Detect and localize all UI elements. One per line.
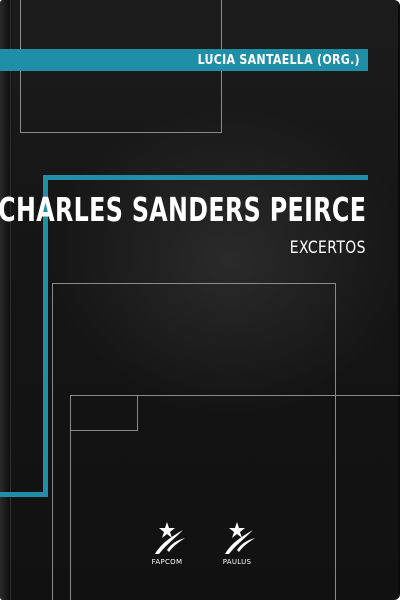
book-subtitle: EXCERTOS xyxy=(289,238,366,258)
book-title: CHARLES SANDERS PEIRCE xyxy=(0,190,366,229)
decor-frame-small xyxy=(70,395,138,431)
fapcom-logo: FAPCOM xyxy=(142,520,192,566)
spine-line xyxy=(10,0,11,600)
author-name: LUCIA SANTAELLA (ORG.) xyxy=(197,52,360,68)
accent-bar-top xyxy=(43,175,368,180)
paulus-label: PAULUS xyxy=(222,558,252,566)
paulus-star-logo-icon xyxy=(155,522,185,554)
book-cover: LUCIA SANTAELLA (ORG.) CHARLES SANDERS P… xyxy=(0,0,400,600)
paulus-logo: PAULUS xyxy=(212,520,262,566)
paulus-star-logo-icon xyxy=(225,522,255,554)
fapcom-label: FAPCOM xyxy=(151,558,183,566)
spine-shade xyxy=(0,0,14,600)
accent-bar-bottom xyxy=(0,492,48,497)
